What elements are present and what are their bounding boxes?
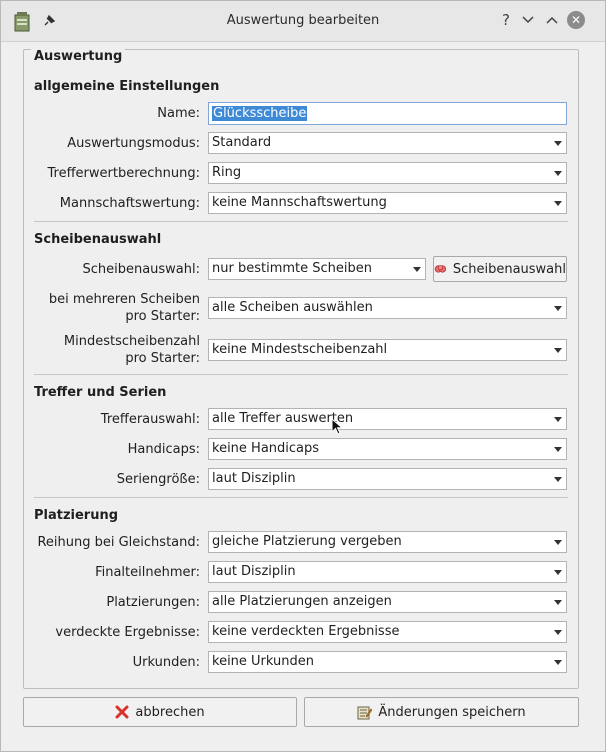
name-label: Name: [157, 106, 200, 121]
final-select[interactable]: laut Disziplin [208, 561, 567, 583]
handicap-select-value: keine Handicaps [212, 441, 320, 456]
title-bar: Auswertung bearbeiten ? ✕ [1, 1, 605, 42]
series-label: Seriengröße: [116, 472, 200, 487]
chevron-down-icon [552, 441, 564, 457]
chevron-down-icon [411, 261, 423, 277]
team-select[interactable]: keine Mannschaftswertung [208, 192, 567, 214]
tie-select-value: gleiche Platzierung vergeben [212, 534, 402, 549]
min-select[interactable]: keine Mindestscheibenzahl [208, 339, 567, 361]
mode-select-value: Standard [212, 135, 272, 150]
multi-label-line2: pro Starter: [125, 309, 200, 324]
calc-label: Trefferwertberechnung: [47, 166, 200, 181]
hidden-select[interactable]: keine verdeckten Ergebnisse [208, 621, 567, 643]
name-field-value: Glücksscheibe [212, 106, 308, 121]
multi-label: bei mehreren Scheiben pro Starter: [49, 291, 200, 325]
final-select-value: laut Disziplin [212, 564, 296, 579]
cert-select[interactable]: keine Urkunden [208, 651, 567, 673]
chevron-down-icon [552, 195, 564, 211]
cancel-x-icon [115, 705, 129, 719]
chevron-up-icon[interactable] [543, 11, 561, 29]
name-field[interactable]: Glücksscheibe [208, 102, 567, 125]
cancel-button[interactable]: abbrechen [23, 697, 297, 727]
calc-select-value: Ring [212, 165, 242, 180]
cert-select-value: keine Urkunden [212, 654, 315, 669]
save-button-label: Änderungen speichern [378, 704, 526, 720]
divider [34, 374, 568, 375]
section-targets-title: Scheibenauswahl [34, 232, 162, 247]
min-label: Mindestscheibenzahl pro Starter: [64, 333, 200, 367]
targets-icon [434, 265, 447, 273]
multi-select-value: alle Scheiben auswählen [212, 300, 373, 315]
chevron-down-icon [552, 624, 564, 640]
tie-label: Reihung bei Gleichstand: [37, 535, 200, 550]
group-legend: Auswertung [31, 49, 126, 64]
section-hits-title: Treffer und Serien [34, 385, 167, 400]
chevron-down-icon[interactable] [519, 11, 537, 29]
chevron-down-icon [552, 594, 564, 610]
mouse-cursor-icon [331, 418, 343, 435]
handicap-select[interactable]: keine Handicaps [208, 438, 567, 460]
hit-sel-select[interactable]: alle Treffer auswerten [208, 408, 567, 430]
cert-label: Urkunden: [132, 655, 200, 670]
chevron-down-icon [552, 534, 564, 550]
target-sel-label: Scheibenauswahl: [82, 262, 200, 277]
places-label: Platzierungen: [106, 595, 200, 610]
dialog-window: Auswertung bearbeiten ? ✕ Auswertung all… [0, 0, 606, 752]
hit-sel-label: Trefferauswahl: [100, 412, 200, 427]
tie-select[interactable]: gleiche Platzierung vergeben [208, 531, 567, 553]
places-select-value: alle Platzierungen anzeigen [212, 594, 392, 609]
targets-button[interactable]: Scheibenauswahl [433, 256, 567, 282]
final-label: Finalteilnehmer: [95, 565, 200, 580]
targets-button-label: Scheibenauswahl [452, 261, 566, 277]
mode-select[interactable]: Standard [208, 132, 567, 154]
multi-select[interactable]: alle Scheiben auswählen [208, 297, 567, 319]
chevron-down-icon [552, 135, 564, 151]
places-select[interactable]: alle Platzierungen anzeigen [208, 591, 567, 613]
min-select-value: keine Mindestscheibenzahl [212, 342, 388, 357]
series-select-value: laut Disziplin [212, 471, 296, 486]
multi-label-line1: bei mehreren Scheiben [48, 292, 200, 307]
chevron-down-icon [552, 300, 564, 316]
cancel-button-label: abbrechen [135, 704, 205, 720]
chevron-down-icon [552, 165, 564, 181]
section-placing-title: Platzierung [34, 508, 119, 523]
chevron-down-icon [552, 342, 564, 358]
save-edit-icon [357, 706, 373, 719]
handicap-label: Handicaps: [127, 442, 200, 457]
hidden-label: verdeckte Ergebnisse: [55, 625, 200, 640]
series-select[interactable]: laut Disziplin [208, 468, 567, 490]
close-icon[interactable]: ✕ [567, 11, 585, 29]
chevron-down-icon [552, 654, 564, 670]
hidden-select-value: keine verdeckten Ergebnisse [212, 624, 400, 639]
chevron-down-icon [552, 411, 564, 427]
calc-select[interactable]: Ring [208, 162, 567, 184]
save-button[interactable]: Änderungen speichern [304, 697, 579, 727]
min-label-line2: pro Starter: [125, 351, 200, 366]
min-label-line1: Mindestscheibenzahl [63, 334, 200, 349]
target-sel-value: nur bestimmte Scheiben [212, 261, 372, 276]
team-select-value: keine Mannschaftswertung [212, 195, 387, 210]
chevron-down-icon [552, 564, 564, 580]
team-label: Mannschaftswertung: [59, 196, 200, 211]
mode-label: Auswertungsmodus: [67, 136, 200, 151]
section-general-title: allgemeine Einstellungen [34, 79, 220, 94]
divider [34, 221, 568, 222]
target-sel-select[interactable]: nur bestimmte Scheiben [208, 258, 426, 280]
chevron-down-icon [552, 471, 564, 487]
divider [34, 497, 568, 498]
help-icon[interactable]: ? [497, 11, 515, 29]
